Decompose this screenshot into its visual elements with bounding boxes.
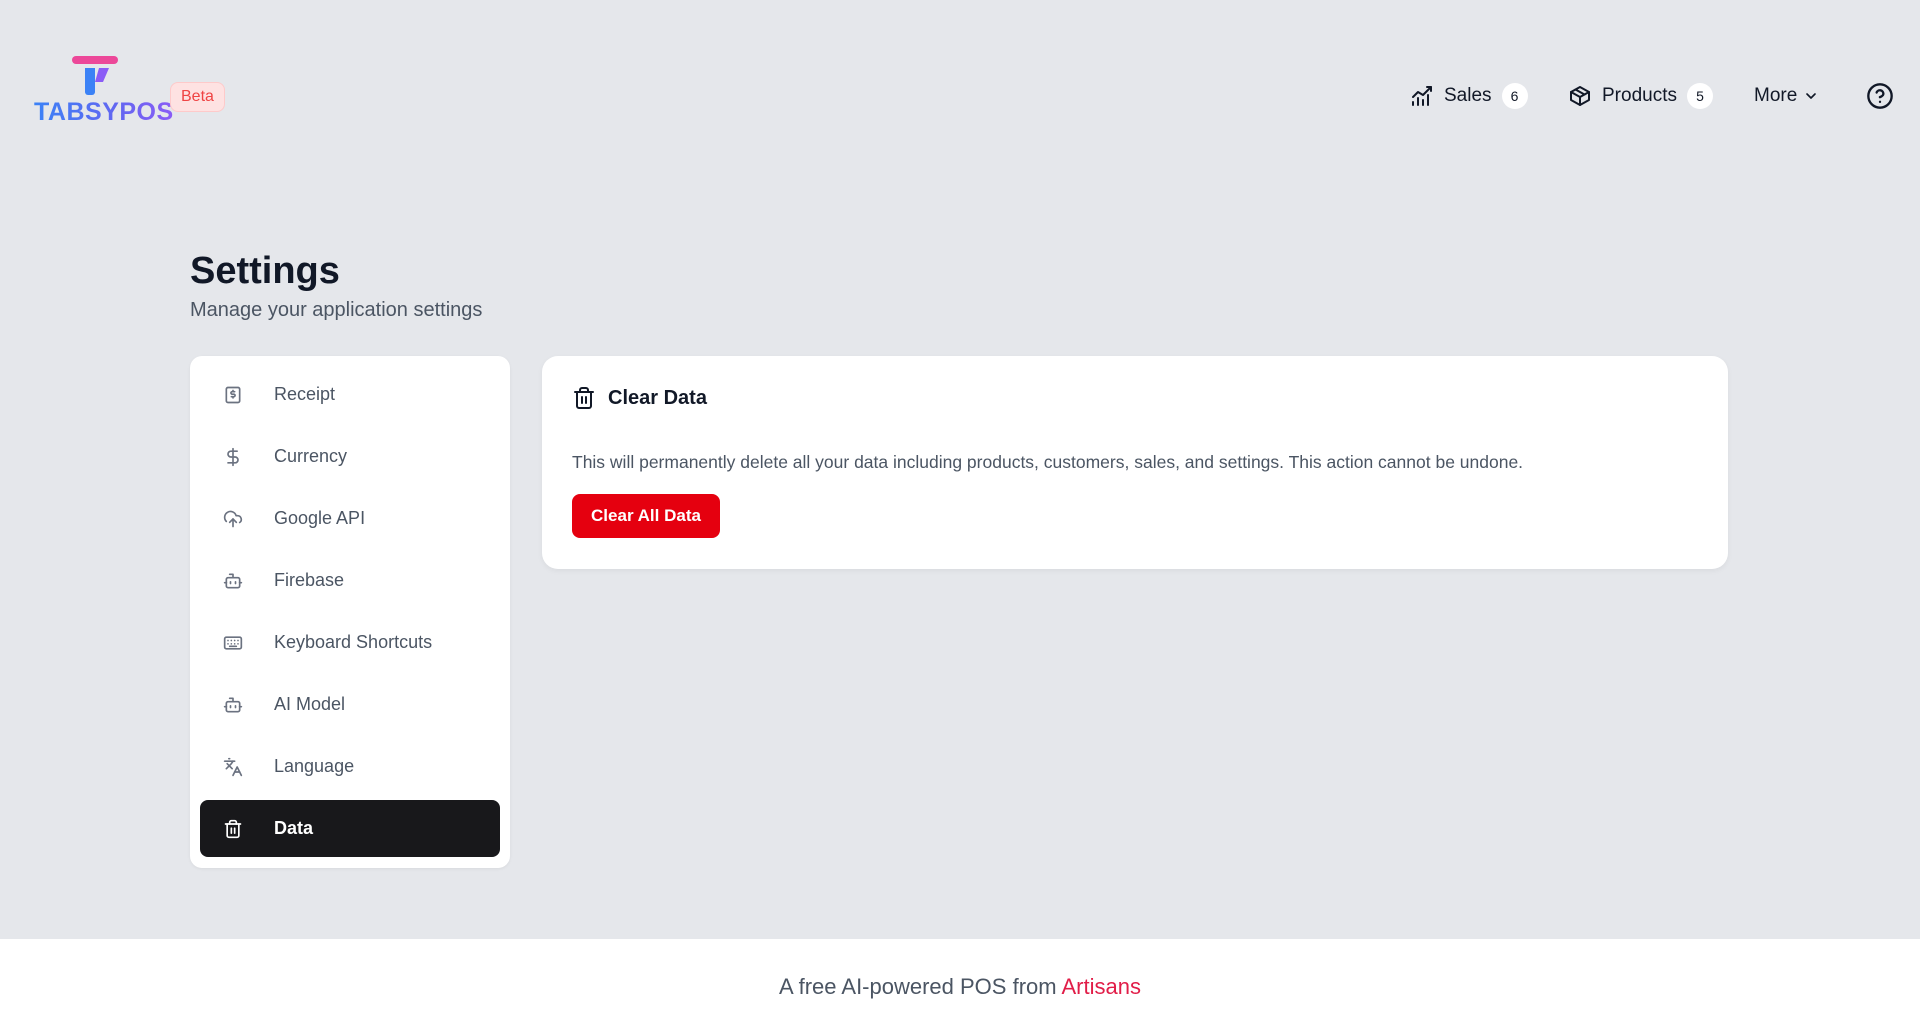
dollar-icon — [222, 446, 244, 468]
sidebar-item-label: Language — [274, 756, 355, 776]
sidebar-item-label: Receipt — [274, 384, 336, 404]
top-bar: TABSYPOS Beta Sales 6 Products 5 More — [0, 0, 1920, 190]
sidebar-item-google-api[interactable]: Google API — [200, 490, 500, 547]
sidebar-item-label: Google API — [274, 508, 366, 528]
help-circle-icon[interactable] — [1866, 82, 1894, 110]
logo[interactable]: TABSYPOS — [34, 56, 173, 126]
sidebar-item-label: Firebase — [274, 570, 345, 590]
panel-description: This will permanently delete all your da… — [572, 452, 1524, 472]
sales-count-badge: 6 — [1501, 83, 1528, 109]
footer: A free AI-powered POS from Artisans — [0, 938, 1920, 1032]
settings-sidebar: Receipt Currency Google API Firebase Key… — [190, 356, 510, 868]
clear-data-panel: Clear Data This will permanently delete … — [542, 356, 1728, 569]
nav-sales[interactable]: Sales 6 — [1410, 78, 1528, 114]
panel-title: Clear Data — [608, 386, 707, 409]
clear-all-data-button[interactable]: Clear All Data — [572, 494, 720, 538]
translate-icon — [222, 756, 244, 778]
footer-artisans-link[interactable]: Artisans — [1061, 974, 1140, 999]
page-title: Settings — [190, 250, 340, 292]
receipt-icon — [222, 384, 244, 406]
logo-mark-icon — [72, 56, 118, 95]
bot-icon — [222, 570, 244, 592]
chevron-down-icon — [1806, 93, 1817, 99]
cloud-upload-icon — [222, 508, 244, 530]
sidebar-item-label: AI Model — [274, 694, 346, 714]
panel-header: Clear Data — [572, 386, 707, 410]
sidebar-item-firebase[interactable]: Firebase — [200, 552, 500, 609]
beta-badge: Beta — [170, 82, 225, 112]
nav-more[interactable]: More — [1754, 78, 1819, 114]
sidebar-item-ai-model[interactable]: AI Model — [200, 676, 500, 733]
sidebar-item-language[interactable]: Language — [200, 738, 500, 795]
sidebar-item-keyboard-shortcuts[interactable]: Keyboard Shortcuts — [200, 614, 500, 671]
nav-sales-label: Sales — [1444, 85, 1492, 106]
sidebar-item-label: Data — [274, 818, 314, 838]
page-subtitle: Manage your application settings — [190, 299, 483, 321]
trash-icon — [574, 387, 594, 409]
sidebar-item-currency[interactable]: Currency — [200, 428, 500, 485]
sidebar-item-label: Keyboard Shortcuts — [274, 632, 433, 652]
footer-text: A free AI-powered POS from — [779, 974, 1062, 999]
sidebar-item-receipt[interactable]: Receipt — [200, 366, 500, 423]
nav-products[interactable]: Products 5 — [1568, 78, 1713, 114]
sidebar-item-data[interactable]: Data — [200, 800, 500, 857]
nav-more-label: More — [1754, 85, 1798, 106]
keyboard-icon — [222, 632, 244, 654]
sales-chart-icon — [1412, 86, 1432, 106]
box-icon — [1570, 86, 1590, 106]
trash-icon — [222, 818, 244, 840]
sidebar-item-label: Currency — [274, 446, 348, 466]
products-count-badge: 5 — [1686, 83, 1713, 109]
nav-products-label: Products — [1602, 85, 1677, 106]
logo-text: TABSYPOS — [34, 98, 174, 126]
bot-icon — [222, 694, 244, 716]
